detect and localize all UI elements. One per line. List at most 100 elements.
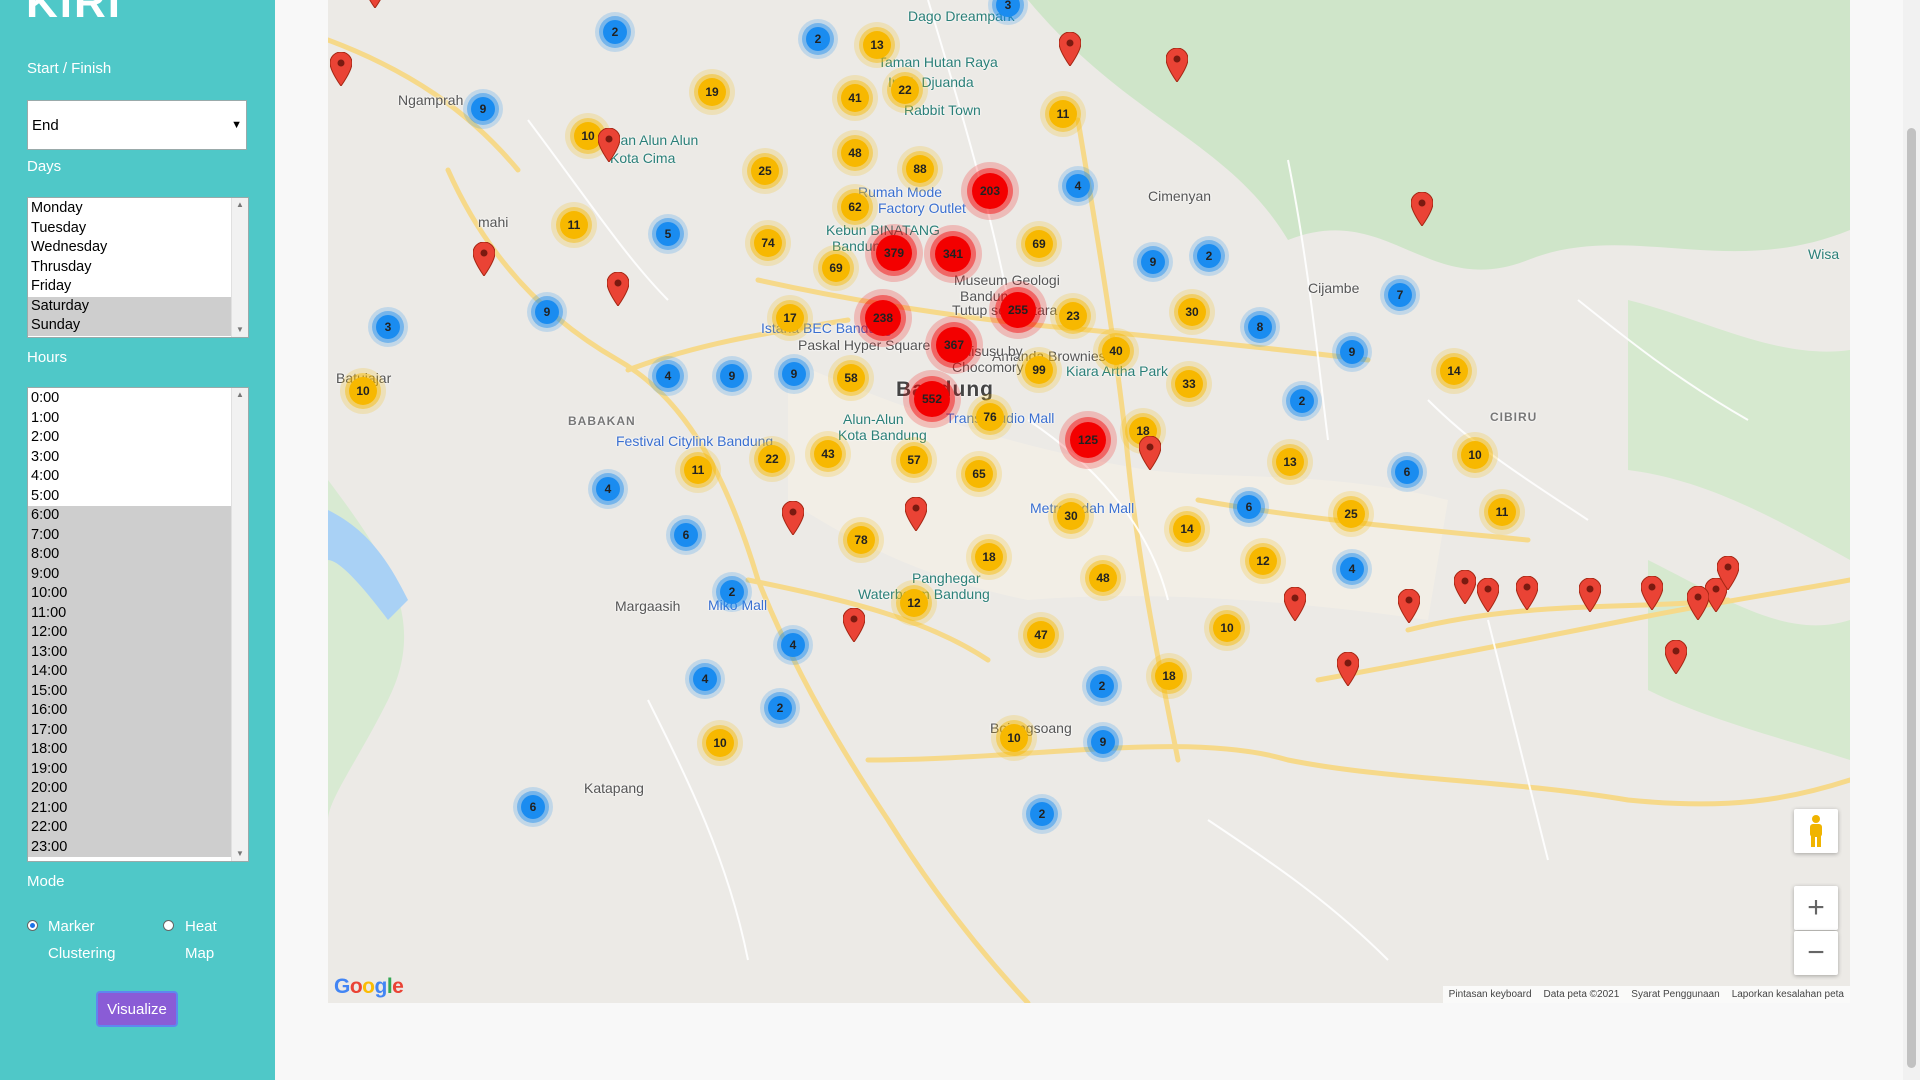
- cluster-marker-blue[interactable]: 2: [1290, 389, 1314, 413]
- list-option[interactable]: 9:00: [28, 564, 231, 584]
- list-option[interactable]: Tuesday: [28, 219, 231, 239]
- cluster-marker-yellow[interactable]: 40: [1102, 337, 1130, 365]
- cluster-marker-blue[interactable]: 6: [1237, 495, 1261, 519]
- map-pin-icon[interactable]: [364, 0, 386, 9]
- hours-scrollbar[interactable]: ▲ ▼: [231, 388, 248, 861]
- scroll-up-icon[interactable]: ▲: [232, 198, 248, 212]
- list-option[interactable]: 4:00: [28, 467, 231, 487]
- map-pin-icon[interactable]: [781, 500, 805, 536]
- list-option[interactable]: 1:00: [28, 409, 231, 429]
- report-error-link[interactable]: Laporkan kesalahan peta: [1732, 989, 1844, 1000]
- list-option[interactable]: Friday: [28, 277, 231, 297]
- cluster-marker-yellow[interactable]: 13: [1276, 448, 1304, 476]
- cluster-marker-yellow[interactable]: 30: [1178, 298, 1206, 326]
- cluster-marker-yellow[interactable]: 78: [847, 526, 875, 554]
- list-option[interactable]: 16:00: [28, 701, 231, 721]
- map-pin-icon[interactable]: [1410, 191, 1434, 227]
- scroll-down-icon[interactable]: ▼: [232, 847, 248, 861]
- cluster-marker-blue[interactable]: 2: [1030, 802, 1054, 826]
- list-option[interactable]: 13:00: [28, 642, 231, 662]
- cluster-marker-red[interactable]: 255: [1000, 292, 1036, 328]
- map-pin-icon[interactable]: [1476, 577, 1500, 613]
- cluster-marker-blue[interactable]: 2: [1090, 674, 1114, 698]
- cluster-marker-blue[interactable]: 4: [656, 364, 680, 388]
- scroll-down-icon[interactable]: ▼: [232, 323, 248, 337]
- list-option[interactable]: 22:00: [28, 818, 231, 838]
- list-option[interactable]: 8:00: [28, 545, 231, 565]
- map-pin-icon[interactable]: [597, 127, 621, 163]
- cluster-marker-blue[interactable]: 9: [1091, 730, 1115, 754]
- map-pin-icon[interactable]: [1578, 577, 1602, 613]
- cluster-marker-blue[interactable]: 9: [782, 362, 806, 386]
- cluster-marker-red[interactable]: 367: [936, 327, 972, 363]
- cluster-marker-red[interactable]: 125: [1070, 422, 1106, 458]
- page-scrollbar[interactable]: [1903, 0, 1920, 1080]
- cluster-marker-yellow[interactable]: 99: [1025, 356, 1053, 384]
- list-option[interactable]: 5:00: [28, 487, 231, 507]
- cluster-marker-blue[interactable]: 4: [1340, 557, 1364, 581]
- cluster-marker-yellow[interactable]: 69: [822, 254, 850, 282]
- cluster-marker-blue[interactable]: 6: [521, 795, 545, 819]
- heat-map-radio[interactable]: [163, 920, 174, 931]
- cluster-marker-blue[interactable]: 8: [1248, 315, 1272, 339]
- map-pin-icon[interactable]: [1138, 435, 1162, 471]
- list-option[interactable]: 7:00: [28, 525, 231, 545]
- cluster-marker-yellow[interactable]: 10: [706, 729, 734, 757]
- map-pin-icon[interactable]: [472, 241, 496, 277]
- cluster-marker-blue[interactable]: 7: [1388, 283, 1412, 307]
- map-pin-icon[interactable]: [1058, 31, 1082, 67]
- map-pin-icon[interactable]: [1515, 575, 1539, 611]
- cluster-marker-yellow[interactable]: 76: [976, 403, 1004, 431]
- cluster-marker-yellow[interactable]: 18: [1155, 662, 1183, 690]
- cluster-marker-yellow[interactable]: 10: [349, 377, 377, 405]
- cluster-marker-yellow[interactable]: 47: [1027, 621, 1055, 649]
- map-pin-icon[interactable]: [1640, 575, 1664, 611]
- map-pin-icon[interactable]: [329, 51, 353, 87]
- cluster-marker-red[interactable]: 379: [876, 235, 912, 271]
- cluster-marker-yellow[interactable]: 62: [841, 193, 869, 221]
- cluster-marker-blue[interactable]: 9: [471, 97, 495, 121]
- list-option[interactable]: 15:00: [28, 681, 231, 701]
- list-option[interactable]: Sunday: [28, 316, 231, 336]
- cluster-marker-yellow[interactable]: 17: [776, 304, 804, 332]
- cluster-marker-blue[interactable]: 6: [674, 523, 698, 547]
- map-pin-icon[interactable]: [1283, 586, 1307, 622]
- page-scrollbar-thumb[interactable]: [1907, 128, 1916, 1068]
- map-pin-icon[interactable]: [904, 496, 928, 532]
- cluster-marker-yellow[interactable]: 10: [1213, 614, 1241, 642]
- cluster-marker-blue[interactable]: 9: [720, 364, 744, 388]
- list-option[interactable]: 18:00: [28, 740, 231, 760]
- list-option[interactable]: 21:00: [28, 798, 231, 818]
- cluster-marker-blue[interactable]: 3: [376, 315, 400, 339]
- cluster-marker-blue[interactable]: 9: [1141, 250, 1165, 274]
- street-view-pegman-icon[interactable]: [1794, 809, 1838, 853]
- list-option[interactable]: 11:00: [28, 603, 231, 623]
- visualize-button[interactable]: Visualize: [96, 991, 178, 1027]
- list-option[interactable]: 20:00: [28, 779, 231, 799]
- cluster-marker-blue[interactable]: 2: [603, 20, 627, 44]
- cluster-marker-yellow[interactable]: 23: [1059, 302, 1087, 330]
- cluster-marker-yellow[interactable]: 14: [1440, 357, 1468, 385]
- marker-clustering-radio[interactable]: [27, 920, 38, 931]
- cluster-marker-blue[interactable]: 4: [1066, 174, 1090, 198]
- cluster-marker-yellow[interactable]: 30: [1057, 502, 1085, 530]
- cluster-marker-blue[interactable]: 2: [1197, 244, 1221, 268]
- cluster-marker-yellow[interactable]: 22: [758, 445, 786, 473]
- keyboard-shortcuts-link[interactable]: Pintasan keyboard: [1449, 989, 1532, 1000]
- cluster-marker-yellow[interactable]: 48: [841, 139, 869, 167]
- days-scrollbar[interactable]: ▲ ▼: [231, 198, 248, 337]
- heat-map-label[interactable]: Heat Map: [185, 913, 217, 967]
- cluster-marker-yellow[interactable]: 48: [1089, 564, 1117, 592]
- list-option[interactable]: 6:00: [28, 506, 231, 526]
- cluster-marker-red[interactable]: 341: [935, 236, 971, 272]
- cluster-marker-red[interactable]: 238: [865, 300, 901, 336]
- list-option[interactable]: 2:00: [28, 428, 231, 448]
- map-pin-icon[interactable]: [1397, 588, 1421, 624]
- cluster-marker-blue[interactable]: 6: [1395, 460, 1419, 484]
- map-pin-icon[interactable]: [1165, 47, 1189, 83]
- cluster-marker-yellow[interactable]: 33: [1175, 370, 1203, 398]
- cluster-marker-yellow[interactable]: 11: [684, 456, 712, 484]
- list-option[interactable]: 14:00: [28, 662, 231, 682]
- cluster-marker-blue[interactable]: 9: [535, 300, 559, 324]
- cluster-marker-yellow[interactable]: 18: [975, 543, 1003, 571]
